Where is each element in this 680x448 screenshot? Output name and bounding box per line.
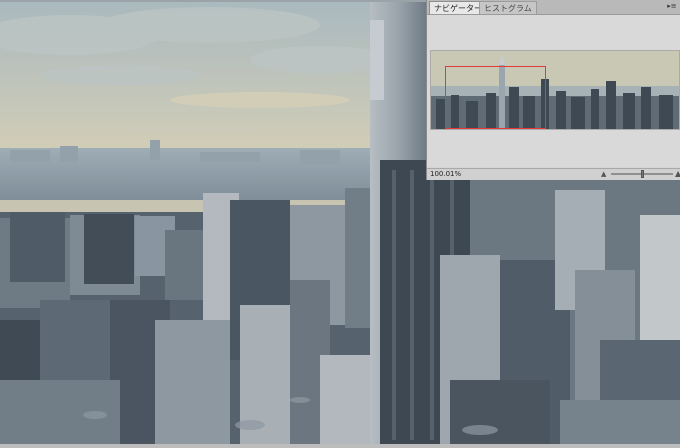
zoom-slider-thumb[interactable] <box>641 170 644 178</box>
zoom-percentage[interactable]: 100.01% <box>430 170 461 179</box>
navigator-panel: ナビゲーター ヒストグラム ▸≡ 100.01% ▲ ▲ <box>426 0 680 180</box>
view-area-indicator[interactable] <box>445 66 546 129</box>
horizontal-scrollbar[interactable] <box>0 444 680 448</box>
small-mountain-icon[interactable]: ▲ <box>601 171 608 178</box>
tab-histogram[interactable]: ヒストグラム <box>479 1 537 14</box>
panel-menu-icon[interactable]: ▸≡ <box>667 2 677 11</box>
navigator-footer: 100.01% ▲ ▲ <box>427 168 680 180</box>
panel-tab-bar: ナビゲーター ヒストグラム ▸≡ <box>427 0 680 15</box>
large-mountain-icon[interactable]: ▲ <box>675 170 680 178</box>
navigator-thumbnail[interactable] <box>430 50 680 130</box>
navigator-body <box>427 15 680 167</box>
right-buildings <box>440 180 680 448</box>
